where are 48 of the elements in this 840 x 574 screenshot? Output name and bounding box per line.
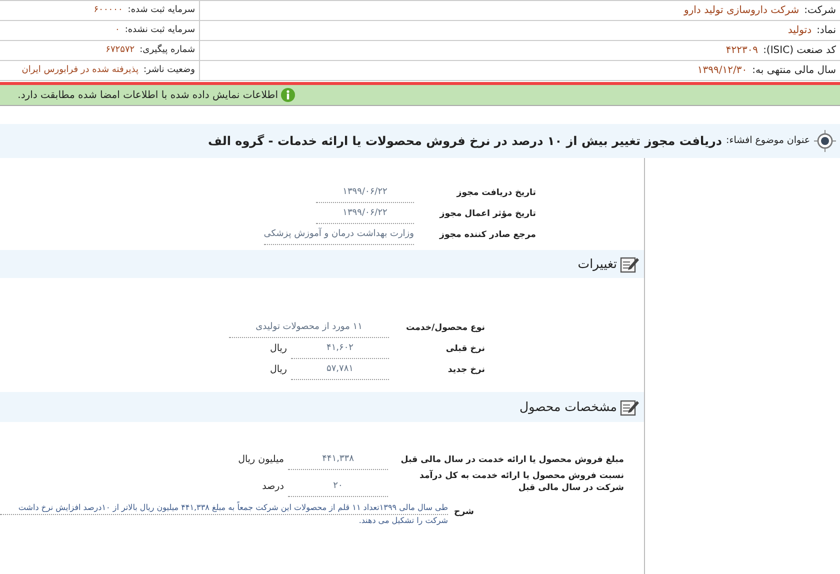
field-value: ۱۳۹۹/۰۶/۲۲: [316, 206, 414, 224]
disclosure-title: دریافت مجوز تغییر بیش از ۱۰ درصد در نرخ فروش محصولات یا ارائه خدمات - گروه الف: [208, 133, 722, 150]
field-label: نماد:: [816, 24, 836, 38]
field-value: شرکت داروسازی تولید دارو: [684, 4, 800, 18]
field-value: دتولید: [788, 24, 812, 38]
field-value: ۲۰: [288, 480, 388, 498]
field-value: پذیرفته شده در فرابورس ایران: [22, 64, 138, 77]
field-label: سرمایه ثبت شده:: [128, 4, 195, 17]
field-label: شرح: [453, 506, 474, 519]
field-value: ۴۲۲۳۰۹: [726, 44, 758, 58]
field-value: ۶۷۲۵۷۲: [106, 44, 135, 57]
field-label: نسبت فروش محصول یا ارائه خدمت به کل درآمد شرکت در سال مالی قبل: [418, 471, 624, 495]
target-icon: [814, 130, 836, 152]
field-value: ۱۳۹۹/۰۶/۲۲: [316, 186, 414, 203]
field-label: شماره پیگیری:: [140, 44, 195, 57]
field-value: ۶۰۰۰۰۰: [94, 4, 123, 17]
field-label: سال مالی منتهی به:: [752, 64, 836, 78]
field-label: کد صنعت (ISIC):: [763, 44, 836, 58]
field-label: مبلغ فروش محصول یا ارائه خدمت در سال مالی قبل: [400, 455, 624, 468]
field-value: ۵۷,۷۸۱: [291, 362, 389, 380]
field-label: شرکت:: [804, 4, 836, 18]
section-title: تغییرات: [578, 254, 617, 273]
field-label: سرمایه ثبت نشده:: [124, 24, 195, 37]
info-icon: [281, 88, 295, 102]
unit-label: ریال: [270, 362, 287, 377]
section-edit-icon: [620, 398, 640, 416]
field-label: تاریخ مؤثر اعمال مجوز: [438, 209, 536, 222]
description-text: طی سال مالی ۱۳۹۹تعداد ۱۱ قلم از محصولات این شرکت جمعاً به مبلغ ۴۴۱,۳۳۸ میلیون ریال بالاتر از ۱۰درصد افزایش نرخ داشت: [0, 502, 448, 515]
field-label: تاریخ دریافت مجوز: [455, 188, 536, 200]
unit-label: درصد: [262, 480, 284, 494]
field-value: ۴۱,۶۰۲: [291, 342, 389, 359]
field-label: وضعیت ناشر:: [143, 64, 195, 77]
field-value: ۱۳۹۹/۱۲/۳۰: [697, 64, 748, 78]
field-label: مرجع صادر کننده مجوز: [438, 230, 536, 242]
notice-text: اطلاعات نمایش داده شده با اطلاعات امضا شده مطابقت دارد.: [18, 88, 278, 102]
field-value: ۴۴۱,۳۳۸: [288, 452, 388, 470]
disclosure-label: عنوان موضوع افشاء:: [726, 134, 810, 148]
section-edit-icon: [620, 255, 640, 273]
section-title: مشخصات محصول: [520, 398, 617, 416]
field-label: نرخ قبلی: [444, 344, 485, 356]
description-text: شرکت را تشکیل می دهند.: [358, 514, 448, 526]
field-value: ۱۱ مورد از محصولات تولیدی: [229, 320, 389, 338]
field-label: نرخ جدید: [446, 365, 485, 378]
unit-label: ریال: [270, 342, 287, 356]
field-label: نوع محصول/خدمت: [404, 323, 485, 336]
unit-label: میلیون ریال: [238, 452, 284, 467]
field-value: ۰: [114, 24, 120, 37]
field-value: وزارت بهداشت درمان و آموزش پزشکی: [264, 228, 414, 245]
